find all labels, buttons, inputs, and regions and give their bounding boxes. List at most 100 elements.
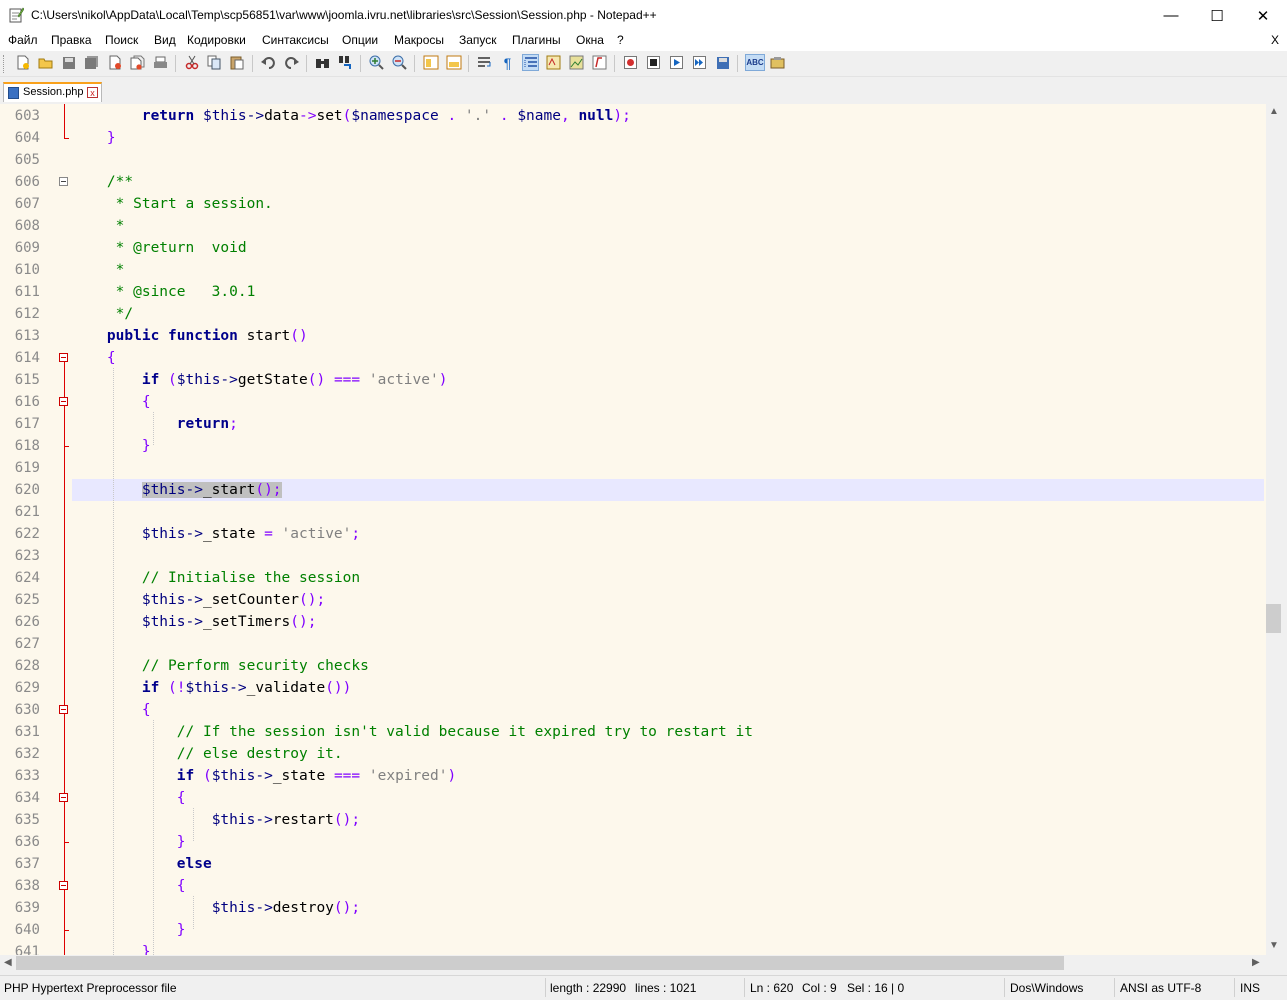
save-all-icon[interactable] — [83, 54, 100, 71]
code-line: { — [106, 350, 116, 366]
word-wrap-icon[interactable] — [476, 54, 493, 71]
status-separator — [744, 978, 745, 997]
menu-file[interactable]: Файл — [8, 33, 38, 47]
run-macro-multiple-icon[interactable] — [691, 54, 708, 71]
code-line: public function start() — [106, 328, 308, 344]
menu-encoding[interactable]: Кодировки — [187, 33, 246, 47]
save-macro-icon[interactable] — [714, 54, 731, 71]
play-macro-icon[interactable] — [668, 54, 685, 71]
code-line: */ — [106, 306, 134, 322]
find-icon[interactable] — [314, 54, 331, 71]
status-bar: PHP Hypertext Preprocessor file length :… — [0, 975, 1287, 1000]
code-line: } — [176, 834, 186, 850]
menu-help[interactable]: ? — [617, 33, 624, 47]
fold-toggle-icon[interactable] — [59, 881, 68, 890]
code-line: } — [141, 944, 151, 955]
status-encoding: ANSI as UTF-8 — [1120, 981, 1202, 995]
line-number: 628 — [14, 658, 40, 674]
replace-icon[interactable] — [337, 54, 354, 71]
status-file-type: PHP Hypertext Preprocessor file — [4, 981, 177, 995]
menu-search[interactable]: Поиск — [105, 33, 138, 47]
function-list-icon[interactable] — [591, 54, 608, 71]
indent-guide-icon[interactable] — [522, 54, 539, 71]
toolbar-separator — [468, 55, 469, 72]
record-macro-icon[interactable] — [622, 54, 639, 71]
fold-toggle-icon[interactable] — [59, 177, 68, 186]
status-separator — [1004, 978, 1005, 997]
document-map-icon[interactable] — [568, 54, 585, 71]
zoom-in-icon[interactable] — [368, 54, 385, 71]
open-file-icon[interactable] — [37, 54, 54, 71]
zoom-out-icon[interactable] — [391, 54, 408, 71]
window-title: C:\Users\nikol\AppData\Local\Temp\scp568… — [31, 8, 657, 22]
toolbar-separator — [252, 55, 253, 72]
sync-vertical-icon[interactable] — [422, 54, 439, 71]
close-document-button[interactable]: X — [1271, 33, 1279, 47]
fold-end-marker — [64, 446, 69, 447]
menu-run[interactable]: Запуск — [459, 33, 497, 47]
print-icon[interactable] — [152, 54, 169, 71]
menu-settings[interactable]: Опции — [342, 33, 378, 47]
code-editor[interactable]: 603 604 605 606 607 608 609 610 611 612 613 614 615 6… — [0, 104, 1266, 955]
menu-language[interactable]: Синтаксисы — [262, 33, 329, 47]
menu-view[interactable]: Вид — [154, 33, 176, 47]
plugin-tool-icon[interactable] — [769, 54, 786, 71]
line-number: 627 — [14, 636, 40, 652]
toolbar-separator — [360, 55, 361, 72]
scroll-right-arrow-icon[interactable]: ▶ — [1252, 957, 1260, 968]
status-separator — [545, 978, 546, 997]
vertical-scroll-thumb[interactable] — [1266, 604, 1281, 633]
fold-toggle-icon[interactable] — [59, 705, 68, 714]
stop-macro-icon[interactable] — [645, 54, 662, 71]
close-button[interactable]: ✕ — [1240, 0, 1286, 31]
fold-toggle-icon[interactable] — [59, 353, 68, 362]
new-file-icon[interactable] — [14, 54, 31, 71]
fold-toggle-icon[interactable] — [59, 793, 68, 802]
scroll-down-arrow-icon[interactable]: ▼ — [1269, 940, 1279, 951]
undo-icon[interactable] — [260, 54, 277, 71]
sync-horizontal-icon[interactable] — [445, 54, 462, 71]
line-number: 606 — [14, 174, 40, 190]
menu-edit[interactable]: Правка — [51, 33, 92, 47]
line-number: 621 — [14, 504, 40, 520]
line-number: 607 — [14, 196, 40, 212]
line-number: 616 — [14, 394, 40, 410]
fold-end-marker — [64, 930, 69, 931]
title-bar: C:\Users\nikol\AppData\Local\Temp\scp568… — [0, 0, 1287, 31]
toolbar: ¶ ABC — [0, 51, 1287, 77]
line-number: 611 — [14, 284, 40, 300]
menu-plugins[interactable]: Плагины — [512, 33, 561, 47]
scroll-left-arrow-icon[interactable]: ◀ — [4, 957, 12, 968]
show-all-characters-icon[interactable]: ¶ — [499, 54, 516, 71]
cut-icon[interactable] — [183, 54, 200, 71]
close-file-icon[interactable] — [106, 54, 123, 71]
line-number: 615 — [14, 372, 40, 388]
line-number: 633 — [14, 768, 40, 784]
close-all-icon[interactable] — [129, 54, 146, 71]
line-number: 623 — [14, 548, 40, 564]
minimize-button[interactable]: — — [1148, 0, 1194, 31]
tab-close-icon[interactable]: x — [87, 87, 98, 98]
code-line: if ($this->_state === 'expired') — [176, 768, 457, 784]
maximize-button[interactable]: ☐ — [1194, 0, 1240, 31]
code-line: { — [176, 878, 186, 894]
menu-macro[interactable]: Макросы — [394, 33, 444, 47]
toolbar-grip[interactable] — [3, 55, 7, 73]
redo-icon[interactable] — [283, 54, 300, 71]
paste-icon[interactable] — [229, 54, 246, 71]
horizontal-scroll-thumb[interactable] — [16, 956, 1064, 970]
menu-window[interactable]: Окна — [576, 33, 604, 47]
user-defined-language-icon[interactable] — [545, 54, 562, 71]
tab-bar: Session.php x — [0, 77, 1287, 103]
save-icon[interactable] — [60, 54, 77, 71]
line-number: 612 — [14, 306, 40, 322]
fold-margin[interactable] — [49, 104, 72, 955]
copy-icon[interactable] — [206, 54, 223, 71]
scroll-up-arrow-icon[interactable]: ▲ — [1269, 106, 1279, 117]
vertical-scrollbar[interactable] — [1266, 104, 1283, 955]
line-number: 618 — [14, 438, 40, 454]
tab-session-php[interactable]: Session.php x — [3, 82, 102, 102]
spell-check-icon[interactable]: ABC — [745, 54, 765, 71]
fold-toggle-icon[interactable] — [59, 397, 68, 406]
status-lines: lines : 1021 — [635, 981, 697, 995]
